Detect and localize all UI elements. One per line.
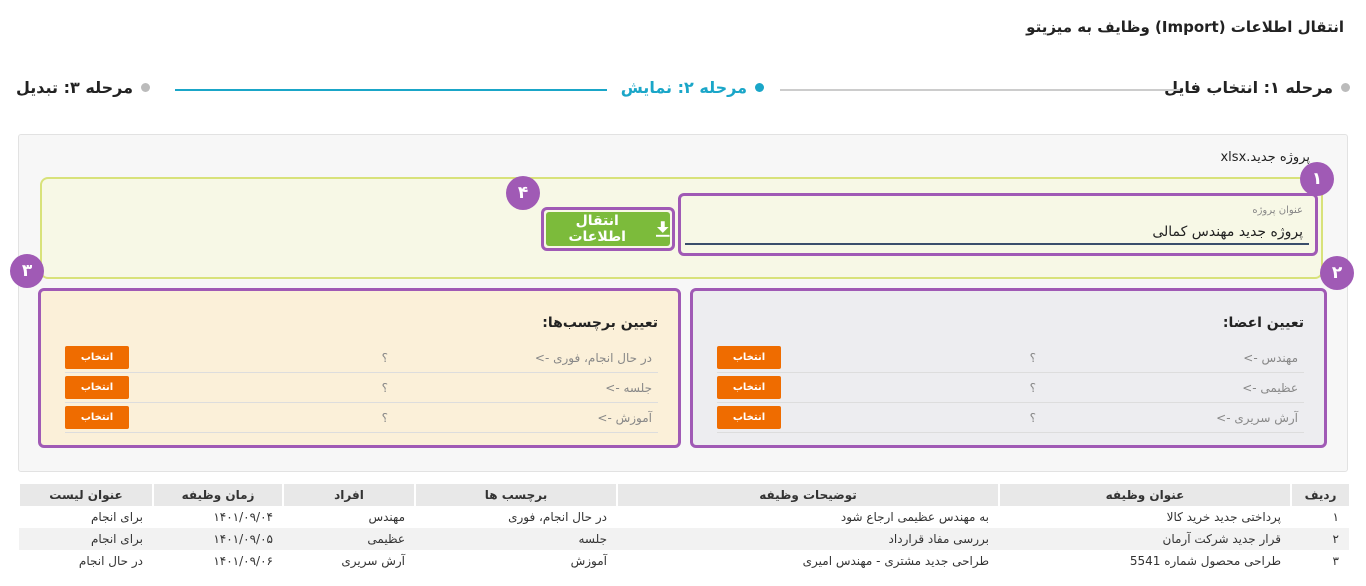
column-header: ردیف	[1290, 484, 1349, 506]
select-tag-button[interactable]: انتخاب	[65, 346, 129, 369]
column-header: افراد	[282, 484, 415, 506]
table-row: ۲ قرار جدید شرکت آرمان بررسی مفاد قراردا…	[19, 528, 1349, 550]
tag-row: جلسه -> ؟ انتخاب	[65, 373, 658, 403]
callout-badge-1: ۱	[1300, 162, 1334, 196]
column-header: عنوان لیست	[18, 484, 153, 506]
table-header-row: ردیف عنوان وظیفه توضیحات وظیفه برچسب ها …	[18, 484, 1349, 506]
table-row: ۱ پرداختی جدید خرید کالا به مهندس عظیمی …	[19, 506, 1349, 528]
table-cell: ۳	[1332, 554, 1339, 568]
table-cell: آرش سریری	[341, 554, 405, 568]
tag-name: جلسه ->	[605, 381, 652, 395]
members-assign-panel: تعیین اعضا: مهندس -> ؟ انتخاب عظیمی -> ؟…	[690, 288, 1327, 448]
table-cell: ۱	[1332, 510, 1339, 524]
project-title-field[interactable]: عنوان پروژه پروژه جدید مهندس کمالی	[678, 193, 1318, 256]
member-name: عظیمی ->	[1242, 381, 1298, 395]
step-connector-active	[175, 89, 607, 91]
column-header: عنوان وظیفه	[998, 484, 1291, 506]
member-value: ؟	[1029, 351, 1036, 365]
select-member-button[interactable]: انتخاب	[717, 346, 781, 369]
page-title: انتقال اطلاعات (Import) وظایف به میزیتو	[1026, 18, 1344, 36]
table-cell: ۱۴۰۱/۰۹/۰۶	[213, 554, 273, 568]
step-dot-icon	[141, 83, 150, 92]
select-member-button[interactable]: انتخاب	[717, 376, 781, 399]
tag-row: در حال انجام، فوری -> ؟ انتخاب	[65, 343, 658, 373]
project-title-label: عنوان پروژه	[1252, 205, 1303, 216]
table-cell: عظیمی	[283, 528, 415, 550]
tags-title: تعیین برچسب‌ها:	[542, 315, 658, 331]
table-cell: ۱۴۰۱/۰۹/۰۴	[213, 510, 273, 524]
table-cell: ۱۴۰۱/۰۹/۰۵	[153, 528, 283, 550]
member-value: ؟	[1029, 381, 1036, 395]
import-button[interactable]: انتقال اطلاعات	[546, 212, 670, 246]
import-button-label: انتقال اطلاعات	[568, 213, 626, 245]
table-cell: برای انجام	[90, 510, 143, 524]
table-cell: برای انجام	[19, 528, 153, 550]
member-row: آرش سریری -> ؟ انتخاب	[717, 403, 1304, 433]
callout-badge-4: ۴	[506, 176, 540, 210]
step-dot-icon	[1341, 83, 1350, 92]
table-cell: جلسه	[415, 528, 617, 550]
download-icon	[656, 221, 670, 237]
member-name: آرش سریری ->	[1216, 411, 1298, 425]
select-tag-button[interactable]: انتخاب	[65, 376, 129, 399]
member-row: مهندس -> ؟ انتخاب	[717, 343, 1304, 373]
step-label: مرحله ۲: نمایش	[620, 78, 747, 97]
step-convert: مرحله ۳: تبدیل	[16, 78, 150, 97]
table-cell: طراحی محصول شماره 5541	[1129, 554, 1281, 568]
tag-name: در حال انجام، فوری ->	[534, 351, 652, 365]
select-tag-button[interactable]: انتخاب	[65, 406, 129, 429]
table-cell: در حال انجام، فوری	[508, 510, 607, 524]
step-preview: مرحله ۲: نمایش	[621, 78, 764, 97]
tag-value: ؟	[381, 351, 388, 365]
table-cell: پرداختی جدید خرید کالا	[1166, 510, 1281, 524]
step-select-file: مرحله ۱: انتخاب فایل	[1164, 78, 1350, 97]
step-connector	[780, 89, 1180, 91]
table-cell: مهندس	[368, 510, 405, 524]
member-value: ؟	[1029, 411, 1036, 425]
table-cell: طراحی جدید مشتری - مهندس امیری	[802, 554, 989, 568]
project-title-input[interactable]: پروژه جدید مهندس کمالی	[1152, 224, 1303, 240]
tags-assign-panel: تعیین برچسب‌ها: در حال انجام، فوری -> ؟ …	[38, 288, 681, 448]
member-name: مهندس ->	[1243, 351, 1298, 365]
tasks-table: ردیف عنوان وظیفه توضیحات وظیفه برچسب ها …	[18, 484, 1349, 572]
tag-name: آموزش ->	[597, 411, 652, 425]
table-cell: قرار جدید شرکت آرمان	[999, 528, 1291, 550]
tag-value: ؟	[381, 381, 388, 395]
import-button-highlight: انتقال اطلاعات	[541, 207, 675, 251]
step-dot-icon	[755, 83, 764, 92]
input-underline	[685, 243, 1309, 245]
column-header: توضیحات وظیفه	[616, 484, 999, 506]
table-cell: ۲	[1291, 528, 1349, 550]
table-cell: در حال انجام	[78, 554, 143, 568]
step-label: مرحله ۱: انتخاب فایل	[1164, 78, 1333, 97]
column-header: برچسب ها	[414, 484, 617, 506]
tag-row: آموزش -> ؟ انتخاب	[65, 403, 658, 433]
import-stepper: مرحله ۱: انتخاب فایل مرحله ۲: نمایش مرحل…	[16, 78, 1350, 100]
member-row: عظیمی -> ؟ انتخاب	[717, 373, 1304, 403]
table-cell: به مهندس عظیمی ارجاع شود	[840, 510, 989, 524]
table-row: ۳ طراحی محصول شماره 5541 طراحی جدید مشتر…	[19, 550, 1349, 572]
tag-value: ؟	[381, 411, 388, 425]
callout-badge-3: ۳	[10, 254, 44, 288]
table-cell: آموزش	[570, 554, 607, 568]
select-member-button[interactable]: انتخاب	[717, 406, 781, 429]
file-name: پروژه جدید.xlsx	[1220, 150, 1310, 165]
column-header: زمان وظیفه	[152, 484, 283, 506]
members-title: تعیین اعضا:	[1222, 315, 1304, 331]
table-cell: بررسی مفاد قرارداد	[617, 528, 999, 550]
step-label: مرحله ۳: تبدیل	[15, 78, 133, 97]
callout-badge-2: ۲	[1320, 256, 1354, 290]
